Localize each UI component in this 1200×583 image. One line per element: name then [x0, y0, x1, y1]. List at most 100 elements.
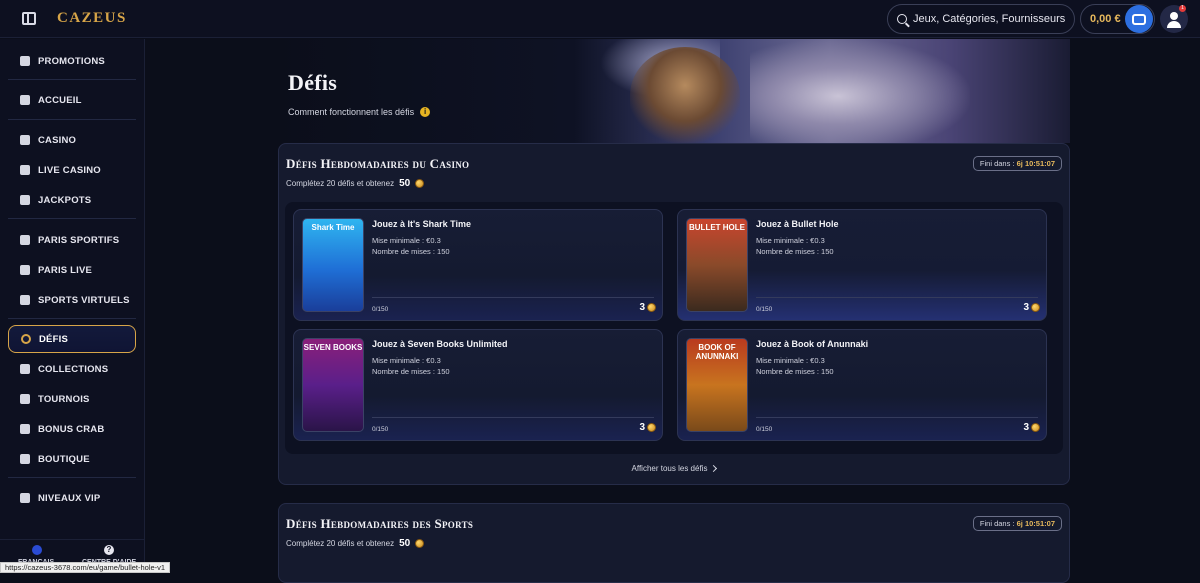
wallet-button[interactable] [1125, 5, 1153, 33]
help-icon[interactable]: ? [104, 545, 114, 555]
timer-label: Fini dans : [979, 159, 1015, 168]
challenge-card[interactable]: BULLET HOLE Jouez à Bullet Hole Mise min… [677, 209, 1047, 321]
reward-value: 3 [639, 422, 645, 433]
section-subtitle-text: Complétez 20 défis et obtenez [286, 539, 395, 548]
sidebar: PROMOTIONS ACCUEIL CASINO LIVE CASINO JA… [0, 39, 145, 573]
sidebar-item-boutique[interactable]: BOUTIQUE [8, 445, 136, 473]
coin-icon [647, 423, 656, 432]
dragon-illustration [750, 39, 970, 143]
sidebar-item-paris-sportifs[interactable]: PARIS SPORTIFS [8, 226, 136, 254]
gift-icon [20, 56, 30, 66]
crab-icon [20, 424, 30, 434]
sidebar-item-casino[interactable]: CASINO [8, 126, 136, 154]
divider [8, 477, 136, 478]
casino-challenges-section: Défis Hebdomadaires du Casino Complétez … [278, 143, 1070, 485]
sidebar-item-promotions[interactable]: PROMOTIONS [8, 47, 136, 75]
diamond-icon [20, 493, 30, 503]
challenge-progress: 0/150 [756, 426, 773, 433]
jackpot-icon [20, 195, 30, 205]
timer-value: 6j 10:51:07 [1016, 519, 1055, 528]
how-it-works-link[interactable]: Comment fonctionnent les défis i [288, 107, 431, 117]
coin-icon [647, 303, 656, 312]
sidebar-item-live-casino[interactable]: LIVE CASINO [8, 156, 136, 184]
sidebar-toggle-icon[interactable] [22, 12, 36, 25]
sidebar-item-jackpots[interactable]: JACKPOTS [8, 186, 136, 214]
divider [8, 318, 136, 319]
coin-icon [415, 539, 425, 548]
sidebar-item-collections[interactable]: COLLECTIONS [8, 355, 136, 383]
section-reward-value: 50 [399, 538, 411, 549]
info-icon[interactable]: i [420, 107, 431, 117]
challenge-card[interactable]: Shark Time Jouez à It's Shark Time Mise … [293, 209, 663, 321]
logo[interactable]: CAZEUS [57, 10, 127, 27]
search-icon [897, 14, 907, 24]
game-thumbnail[interactable]: Shark Time [302, 218, 364, 312]
game-thumbnail[interactable]: BULLET HOLE [686, 218, 748, 312]
sidebar-item-label: LIVE CASINO [38, 164, 101, 176]
hero-warrior-illustration [630, 47, 740, 143]
section-subtitle: Complétez 20 défis et obtenez 50 [286, 178, 425, 189]
sidebar-item-accueil[interactable]: ACCUEIL [8, 86, 136, 114]
hero-banner: Défis Comment fonctionnent les défis i [270, 39, 1070, 143]
slot-machine-icon [20, 135, 30, 145]
divider [8, 79, 136, 80]
coin-icon [415, 179, 425, 188]
timer-badge: Fini dans : 6j 10:51:07 [972, 516, 1062, 531]
section-subtitle: Complétez 20 défis et obtenez 50 [286, 538, 425, 549]
search-input[interactable]: Jeux, Catégories, Fournisseurs [887, 4, 1075, 34]
challenge-card[interactable]: BOOK OF ANUNNAKI Jouez à Book of Anunnak… [677, 329, 1047, 441]
trophy-icon [20, 394, 30, 404]
show-all-challenges-link[interactable]: Afficher tous les défis [279, 464, 1069, 473]
top-bar: CAZEUS Jeux, Catégories, Fournisseurs 0,… [0, 0, 1200, 38]
live-scoreboard-icon [20, 265, 30, 275]
show-all-label: Afficher tous les défis [631, 464, 708, 473]
sports-challenges-section: Défis Hebdomadaires des Sports Complétez… [278, 503, 1070, 583]
game-thumbnail[interactable]: BOOK OF ANUNNAKI [686, 338, 748, 432]
cards-icon [20, 165, 30, 175]
sidebar-item-label: TOURNOIS [38, 393, 90, 405]
challenge-reward: 3 [1023, 302, 1040, 313]
sidebar-item-paris-live[interactable]: PARIS LIVE [8, 256, 136, 284]
sidebar-item-label: JACKPOTS [38, 194, 92, 206]
challenge-progress: 0/150 [372, 306, 389, 313]
sidebar-item-label: PARIS LIVE [38, 264, 93, 276]
progress-bar [372, 417, 654, 418]
user-icon-body [1167, 21, 1181, 28]
challenge-min-bet: Mise minimale : €0.3 [756, 236, 825, 245]
sidebar-item-bonus-crab[interactable]: BONUS CRAB [8, 415, 136, 443]
search-placeholder: Jeux, Catégories, Fournisseurs [913, 13, 1066, 25]
sidebar-item-niveaux-vip[interactable]: NIVEAUX VIP [8, 484, 136, 512]
balance-value: 0,00 € [1090, 13, 1121, 25]
temple-icon [20, 95, 30, 105]
sidebar-item-label: BOUTIQUE [38, 453, 90, 465]
sidebar-item-label: PARIS SPORTIFS [38, 234, 120, 246]
challenge-bet-count: Nombre de mises : 150 [372, 367, 450, 376]
chevron-right-icon [710, 465, 718, 473]
challenge-progress: 0/150 [756, 306, 773, 313]
sidebar-item-label: COLLECTIONS [38, 363, 109, 375]
reward-value: 3 [1023, 422, 1029, 433]
section-title: Défis Hebdomadaires des Sports [286, 516, 474, 531]
challenge-min-bet: Mise minimale : €0.3 [372, 236, 441, 245]
challenge-reward: 3 [639, 422, 656, 433]
how-it-works-label: Comment fonctionnent les défis [288, 107, 415, 117]
sidebar-item-tournois[interactable]: TOURNOIS [8, 385, 136, 413]
collections-icon [20, 364, 30, 374]
sidebar-item-defis[interactable]: DÉFIS [8, 325, 136, 353]
sidebar-item-sports-virtuels[interactable]: SPORTS VIRTUELS [8, 286, 136, 314]
challenge-card[interactable]: SEVEN BOOKS Jouez à Seven Books Unlimite… [293, 329, 663, 441]
sidebar-item-label: BONUS CRAB [38, 423, 105, 435]
globe-icon[interactable] [32, 545, 42, 555]
thumbnail-label: Shark Time [311, 223, 355, 232]
timer-label: Fini dans : [979, 519, 1015, 528]
progress-bar [756, 417, 1038, 418]
game-thumbnail[interactable]: SEVEN BOOKS [302, 338, 364, 432]
challenge-grid: Shark Time Jouez à It's Shark Time Mise … [285, 202, 1063, 454]
sidebar-item-label: DÉFIS [39, 333, 68, 345]
section-subtitle-text: Complétez 20 défis et obtenez [286, 179, 395, 188]
user-icon [1170, 12, 1178, 20]
sidebar-item-label: ACCUEIL [38, 94, 82, 106]
reward-value: 3 [639, 302, 645, 313]
challenge-progress: 0/150 [372, 426, 389, 433]
challenge-reward: 3 [1023, 422, 1040, 433]
